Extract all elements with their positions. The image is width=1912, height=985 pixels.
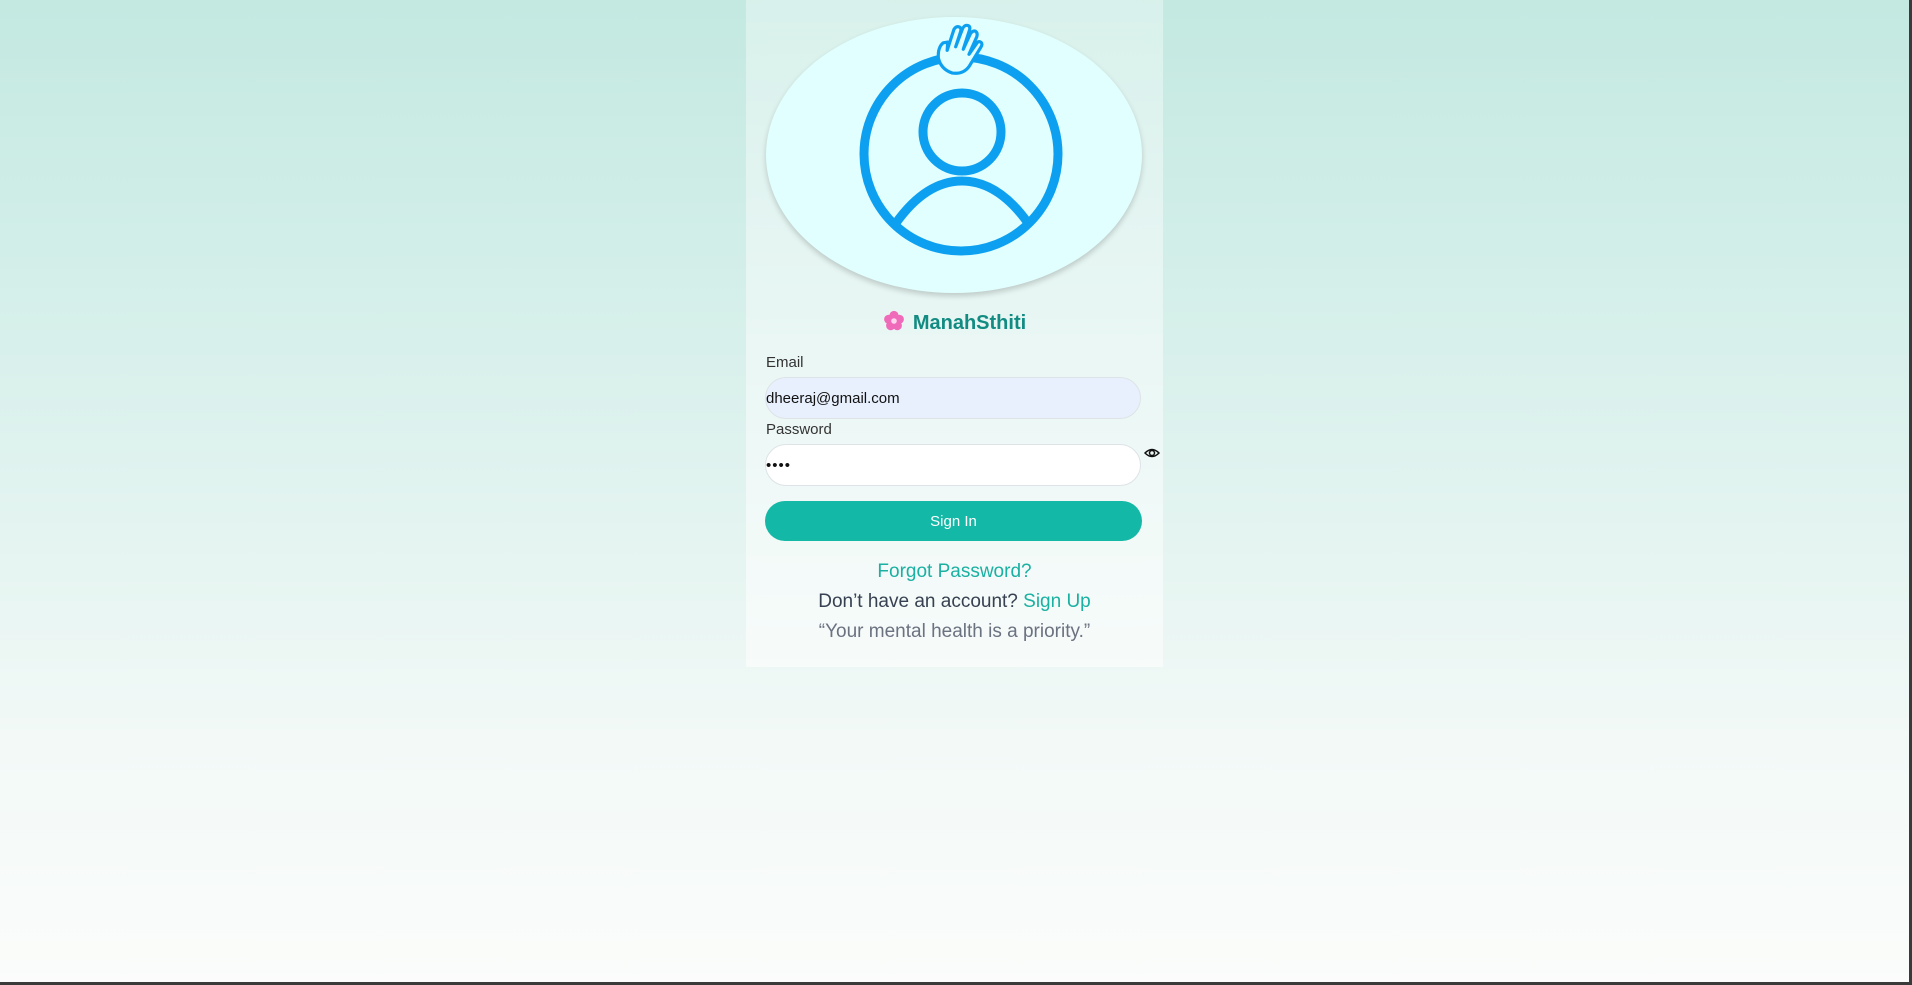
email-label: Email [766, 354, 804, 371]
waving-user-avatar-icon [859, 23, 1063, 256]
avatar [766, 17, 1142, 293]
no-account-text: Don’t have an account? [818, 591, 1018, 612]
flower-icon [883, 310, 905, 338]
quote-text: “Your mental health is a priority.” [818, 621, 1091, 642]
brand-title: ManahSthiti [746, 310, 1163, 338]
login-card: ManahSthiti Email Password Sign In Forgo… [746, 0, 1163, 667]
sign-up-link[interactable]: Sign Up [1023, 591, 1091, 612]
password-label: Password [766, 421, 832, 438]
sign-in-button[interactable]: Sign In [765, 501, 1142, 541]
eye-icon[interactable] [1143, 445, 1161, 461]
brand-name: ManahSthiti [912, 312, 1027, 334]
password-field[interactable] [765, 444, 1141, 486]
forgot-password-link[interactable]: Forgot Password? [746, 561, 1163, 583]
email-field[interactable] [765, 377, 1141, 419]
signup-prompt: Don’t have an account? Sign Up [746, 591, 1163, 613]
